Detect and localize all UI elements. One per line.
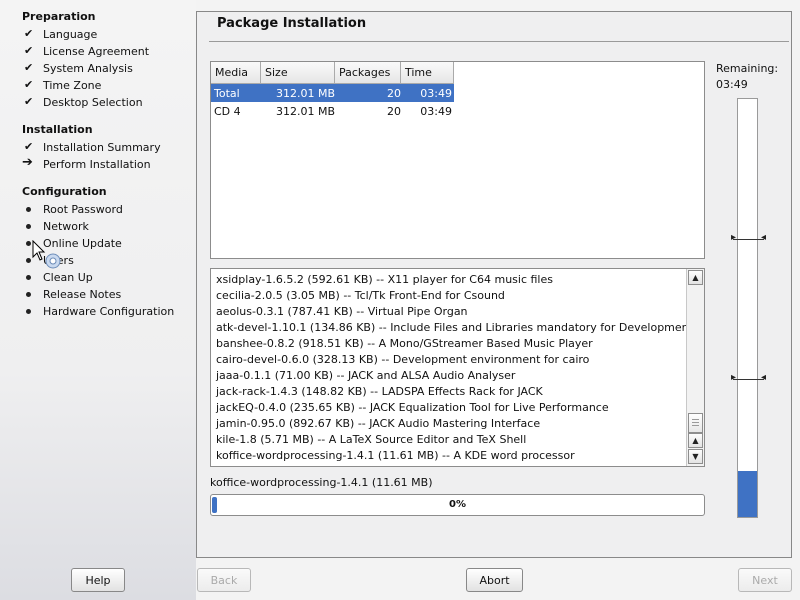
step-time-zone: Time Zone: [22, 77, 101, 94]
cell-packages: 20: [387, 104, 401, 118]
cell-size: 312.01 MB: [275, 104, 335, 118]
log-line: jamin-0.95.0 (892.67 KB) -- JACK Audio M…: [216, 417, 541, 430]
cell-time: 03:49: [420, 104, 452, 118]
remaining-time: 03:49: [716, 78, 748, 91]
cell-media: CD 4: [214, 104, 241, 118]
step-network: Network: [22, 218, 89, 235]
back-button[interactable]: Back: [197, 568, 251, 592]
check-icon: [22, 43, 43, 60]
table-row[interactable]: Total 312.01 MB 20 03:49: [211, 84, 454, 102]
package-log[interactable]: xsidplay-1.6.5.2 (592.61 KB) -- X11 play…: [210, 268, 705, 467]
step-system-analysis: System Analysis: [22, 60, 133, 77]
scroll-up-icon[interactable]: ▲: [688, 433, 703, 448]
table-row[interactable]: CD 4 312.01 MB 20 03:49: [211, 102, 704, 120]
next-button[interactable]: Next: [738, 568, 792, 592]
log-line: xsidplay-1.6.5.2 (592.61 KB) -- X11 play…: [216, 273, 553, 286]
log-line: cecilia-2.0.5 (3.05 MB) -- Tcl/Tk Front-…: [216, 289, 505, 302]
busy-cursor-icon: [32, 240, 61, 269]
step-installation-summary: Installation Summary: [22, 139, 161, 156]
page-title: Package Installation: [217, 16, 367, 31]
step-release-notes: Release Notes: [22, 286, 121, 303]
log-line: jaaa-0.1.1 (71.00 KB) -- JACK and ALSA A…: [216, 369, 516, 382]
steps-sidebar: Preparation Language License Agreement S…: [0, 0, 196, 600]
bullet-icon: [22, 218, 43, 235]
section-installation: Installation: [22, 123, 93, 136]
check-icon: [22, 94, 43, 111]
log-line: jackEQ-0.4.0 (235.65 KB) -- JACK Equaliz…: [216, 401, 609, 414]
log-line: cairo-devel-0.6.0 (328.13 KB) -- Develop…: [216, 353, 590, 366]
current-step-arrow-icon: [22, 155, 43, 173]
column-header-size[interactable]: Size: [261, 62, 335, 84]
check-icon: [22, 139, 43, 156]
remaining-time-bar: [731, 98, 766, 518]
column-header-media[interactable]: Media: [211, 62, 261, 84]
scroll-down-icon[interactable]: ▼: [688, 449, 703, 464]
scrollbar-thumb[interactable]: [688, 413, 703, 433]
title-divider: [209, 41, 789, 42]
section-configuration: Configuration: [22, 185, 107, 198]
cd-boundary-marker: [731, 372, 766, 383]
package-installation-panel: Package Installation Media Size Packages…: [196, 11, 792, 558]
log-line: atk-devel-1.10.1 (134.86 KB) -- Include …: [216, 321, 697, 334]
section-preparation: Preparation: [22, 10, 96, 23]
step-perform-installation: Perform Installation: [22, 155, 151, 173]
step-root-password: Root Password: [22, 201, 123, 218]
progress-percent: 0%: [449, 499, 466, 510]
media-table[interactable]: Media Size Packages Time Total 312.01 MB…: [210, 61, 705, 259]
check-icon: [22, 60, 43, 77]
log-line: aeolus-0.3.1 (787.41 KB) -- Virtual Pipe…: [216, 305, 468, 318]
bullet-icon: [22, 303, 43, 320]
scroll-up-icon[interactable]: ▲: [688, 270, 703, 285]
log-scrollbar[interactable]: ▲ ▲ ▼: [686, 269, 704, 466]
log-line: banshee-0.8.2 (918.51 KB) -- A Mono/GStr…: [216, 337, 593, 350]
current-package-label: koffice-wordprocessing-1.4.1 (11.61 MB): [210, 476, 433, 489]
log-line: kile-1.8 (5.71 MB) -- A LaTeX Source Edi…: [216, 433, 527, 446]
column-header-packages[interactable]: Packages: [335, 62, 401, 84]
remaining-indicator: Remaining: 03:49: [716, 61, 778, 93]
check-icon: [22, 77, 43, 94]
help-button[interactable]: Help: [71, 568, 125, 592]
table-header: Media Size Packages Time: [211, 62, 704, 84]
package-progress-bar: 0%: [210, 494, 705, 516]
step-hardware-configuration: Hardware Configuration: [22, 303, 174, 320]
check-icon: [22, 26, 43, 43]
bullet-icon: [22, 286, 43, 303]
column-header-time[interactable]: Time: [401, 62, 454, 84]
cell-media: Total: [214, 86, 240, 100]
log-line: koffice-wordprocessing-1.4.1 (11.61 MB) …: [216, 449, 575, 462]
cd-boundary-marker: [731, 232, 766, 243]
step-language: Language: [22, 26, 97, 43]
cell-time: 03:49: [420, 86, 452, 100]
log-line: jack-rack-1.4.3 (148.82 KB) -- LADSPA Ef…: [216, 385, 543, 398]
remaining-fill: [738, 471, 757, 517]
cell-packages: 20: [387, 86, 401, 100]
cell-size: 312.01 MB: [275, 86, 335, 100]
abort-button[interactable]: Abort: [466, 568, 523, 592]
bullet-icon: [22, 201, 43, 218]
step-license-agreement: License Agreement: [22, 43, 149, 60]
remaining-label: Remaining:: [716, 62, 779, 75]
step-desktop-selection: Desktop Selection: [22, 94, 143, 111]
